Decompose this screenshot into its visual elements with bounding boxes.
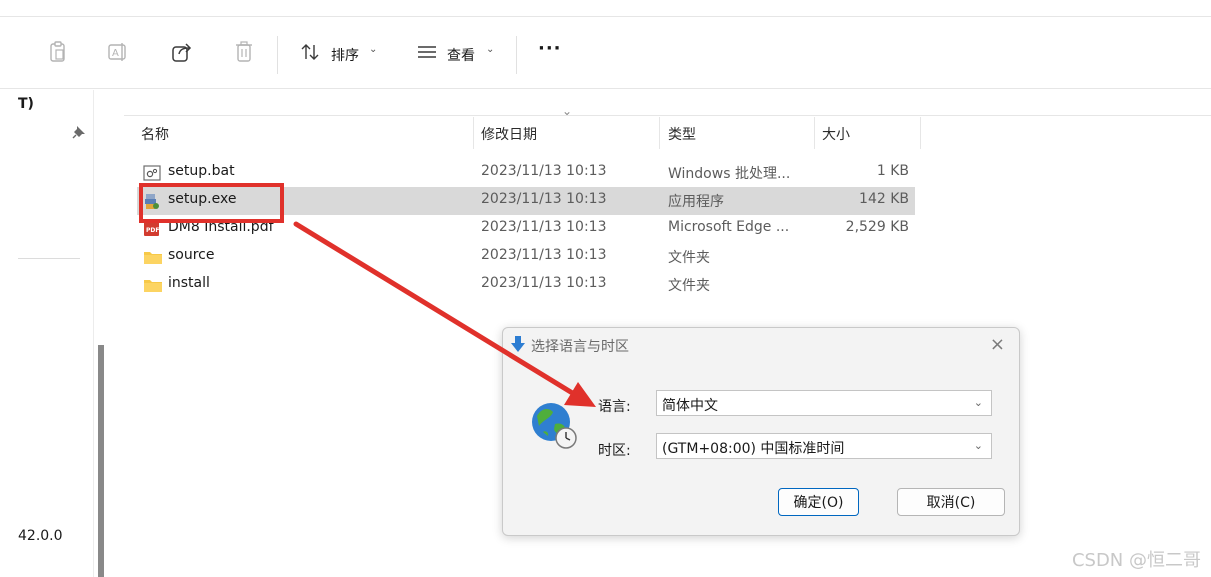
annotation-arrow	[293, 221, 596, 407]
watermark: CSDN @恒二哥	[1071, 550, 1201, 571]
